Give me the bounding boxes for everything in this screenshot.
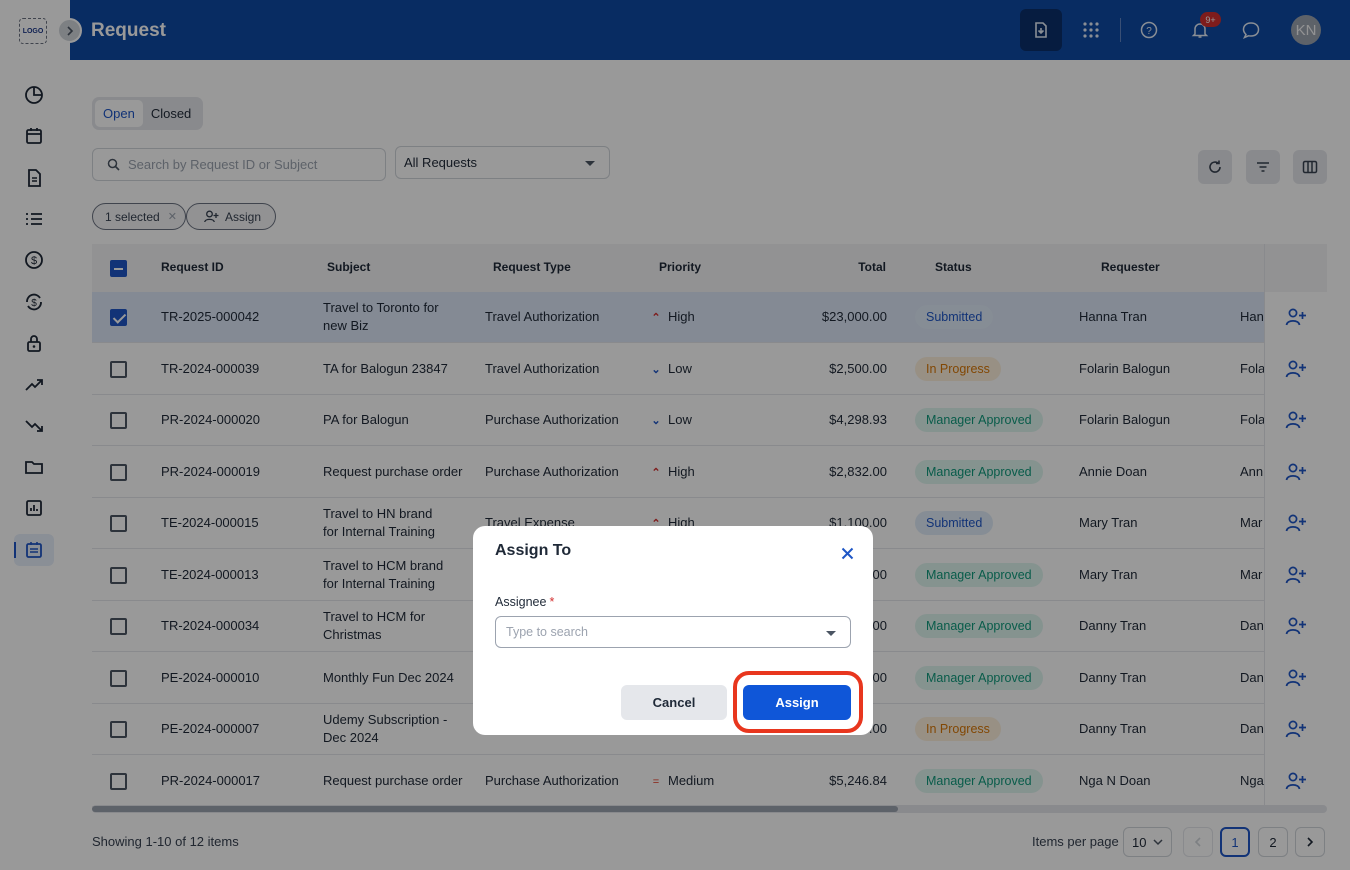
assignee-label-text: Assignee (495, 595, 547, 609)
modal-backdrop[interactable] (0, 0, 1350, 870)
assignee-search-field[interactable]: Type to search (495, 616, 851, 648)
cancel-button[interactable]: Cancel (621, 685, 727, 720)
close-icon (841, 547, 853, 559)
assignee-label: Assignee * (495, 595, 554, 609)
assign-button-highlight (733, 671, 863, 733)
close-dialog-button[interactable] (837, 543, 857, 563)
assignee-placeholder: Type to search (506, 625, 588, 639)
dialog-title: Assign To (495, 542, 572, 559)
required-marker: * (549, 595, 555, 609)
caret-down-icon (826, 631, 836, 636)
